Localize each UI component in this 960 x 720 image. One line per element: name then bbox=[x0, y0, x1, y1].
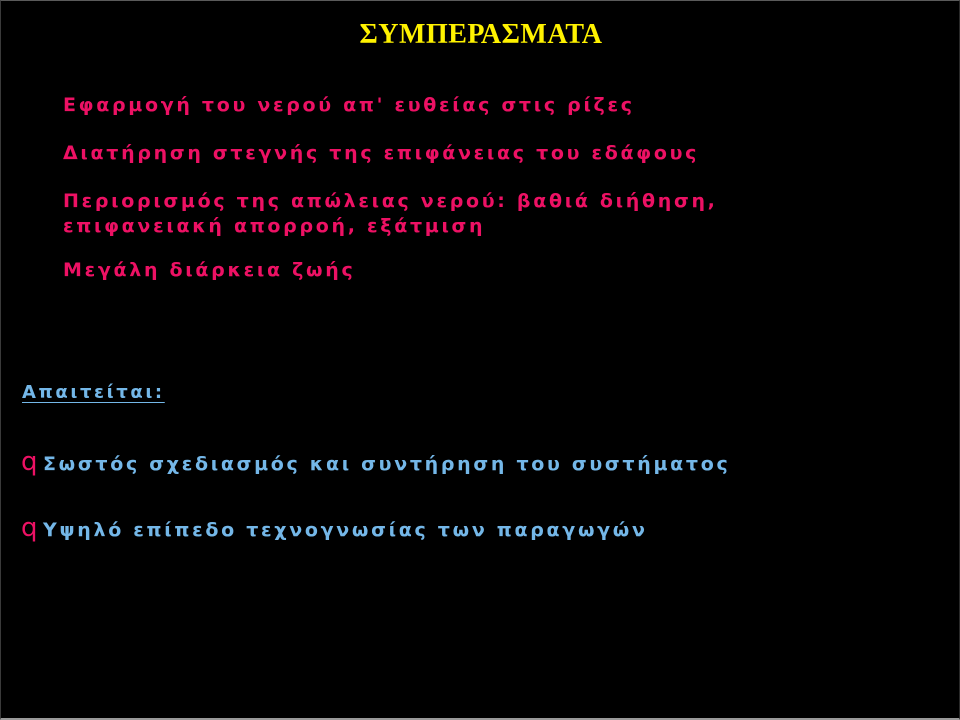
list-item: q Σωστός σχεδιασμός και συντήρηση του συ… bbox=[21, 449, 941, 477]
list-item: q Υψηλό επίπεδο τεχνογνωσίας των παραγωγ… bbox=[21, 515, 941, 543]
square-bullet-icon: q bbox=[21, 447, 38, 477]
conclusion-line-1: Εφαρμογή του νερού απ' ευθείας στις ρίζε… bbox=[63, 94, 635, 116]
requirements-heading: Απαιτείται: bbox=[22, 382, 165, 403]
conclusion-line-3: Περιορισμός της απώλειας νερού: βαθιά δι… bbox=[63, 190, 727, 237]
conclusions-list: Εφαρμογή του νερού απ' ευθείας στις ρίζε… bbox=[63, 93, 923, 283]
requirement-item-label: Υψηλό επίπεδο τεχνογνωσίας των παραγωγών bbox=[43, 519, 648, 541]
conclusion-line-2: Διατήρηση στεγνής της επιφάνειας του εδά… bbox=[63, 142, 700, 164]
requirement-item-label: Σωστός σχεδιασμός και συντήρηση του συστ… bbox=[43, 453, 731, 475]
requirements-list: q Σωστός σχεδιασμός και συντήρηση του συ… bbox=[21, 449, 941, 543]
square-bullet-icon: q bbox=[21, 513, 38, 543]
slide-title: ΣΥΜΠΕΡΑΣΜΑΤΑ bbox=[359, 19, 603, 50]
presentation-slide: ΣΥΜΠΕΡΑΣΜΑΤΑ Εφαρμογή του νερού απ' ευθε… bbox=[0, 0, 960, 720]
conclusion-line-4: Μεγάλη διάρκεια ζωής bbox=[63, 259, 356, 281]
